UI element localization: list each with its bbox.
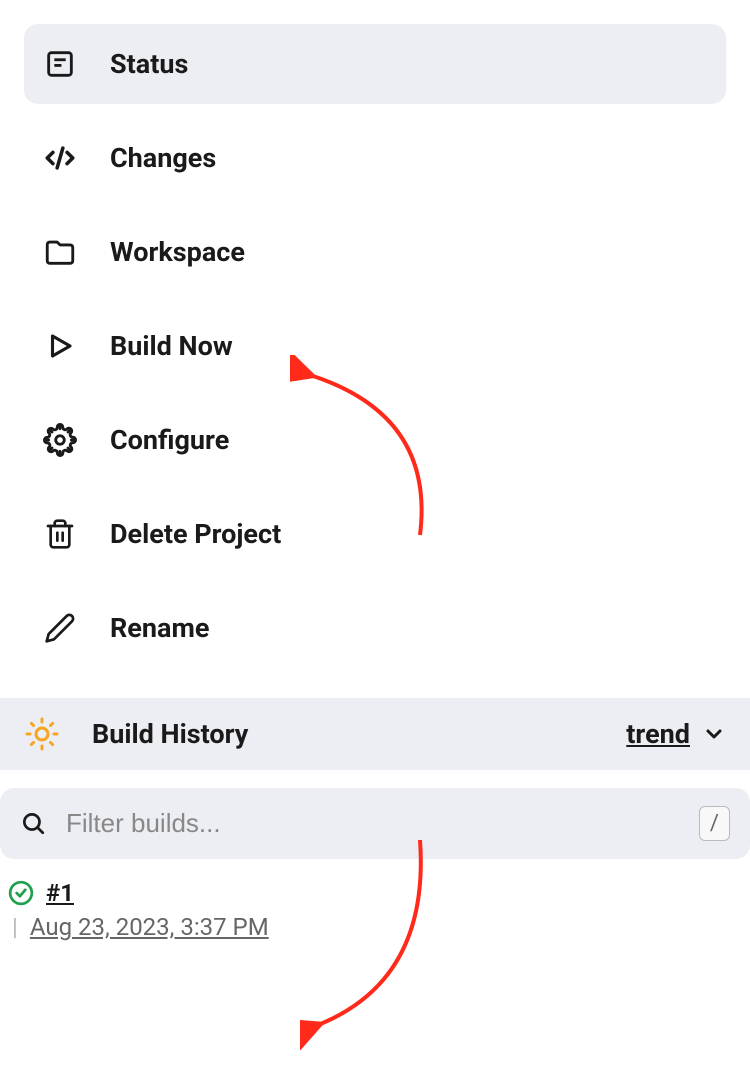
sidebar-item-label: Changes [110,142,216,174]
sidebar-item-build-now[interactable]: Build Now [24,306,726,386]
sidebar-item-changes[interactable]: Changes [24,118,726,198]
build-number-link[interactable]: #1 [46,879,74,907]
play-icon [42,328,78,364]
success-icon [8,880,34,906]
pencil-icon [42,610,78,646]
gear-icon [42,422,78,458]
search-icon [20,810,48,838]
keyboard-shortcut-badge: / [699,806,730,841]
sidebar-item-rename[interactable]: Rename [24,588,726,668]
sidebar-item-delete-project[interactable]: Delete Project [24,494,726,574]
sun-icon [24,716,60,752]
sidebar-item-label: Rename [110,612,209,644]
code-icon [42,140,78,176]
trash-icon [42,516,78,552]
pipe-separator: | [12,913,18,941]
build-item[interactable]: #1 [8,879,742,907]
trend-link[interactable]: trend [626,718,690,750]
filter-builds-bar[interactable]: / [0,788,750,859]
build-date-link[interactable]: Aug 23, 2023, 3:37 PM [30,913,269,941]
folder-icon [42,234,78,270]
build-list: #1 | Aug 23, 2023, 3:37 PM [0,879,750,941]
build-history-title: Build History [92,718,626,750]
sidebar-item-label: Status [110,48,188,80]
sidebar-item-label: Workspace [110,236,245,268]
build-date-row: | Aug 23, 2023, 3:37 PM [8,913,742,941]
sidebar-item-configure[interactable]: Configure [24,400,726,480]
sidebar-item-workspace[interactable]: Workspace [24,212,726,292]
build-history-header: Build History trend [0,698,750,770]
build-history-section: Build History trend / #1 [0,698,750,941]
sidebar: Status Changes Workspace Build Now [0,0,750,668]
status-icon [42,46,78,82]
sidebar-item-label: Delete Project [110,518,281,550]
sidebar-item-status[interactable]: Status [24,24,726,104]
filter-builds-input[interactable] [66,808,699,839]
sidebar-item-label: Configure [110,424,229,456]
chevron-down-icon[interactable] [702,722,726,746]
sidebar-item-label: Build Now [110,330,233,362]
